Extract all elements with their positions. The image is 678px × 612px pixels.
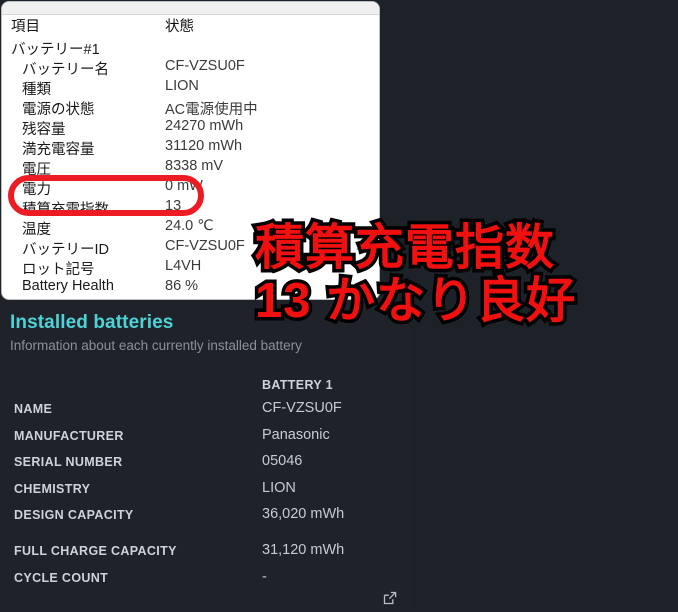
item-value: CF-VZSU0F bbox=[165, 238, 245, 254]
row-label-name: NAME bbox=[14, 402, 53, 416]
page-subtitle: Information about each currently install… bbox=[10, 338, 302, 353]
item-value: 31120 mWh bbox=[165, 138, 243, 154]
item-key: ロット記号 bbox=[22, 262, 95, 278]
item-key: 電力 bbox=[22, 182, 51, 198]
battery-details-table: BATTERY 1 NAME CF-VZSU0F MANUFACTURER Pa… bbox=[0, 378, 411, 597]
table-row-design-capacity: DESIGN CAPACITY 36,020 mWh bbox=[0, 506, 411, 535]
item-value: CF-VZSU0F bbox=[165, 58, 245, 74]
list-item-voltage: 電圧 8338 mV bbox=[2, 158, 379, 178]
battery-column-header: BATTERY 1 bbox=[262, 378, 333, 392]
list-item-power: 電力 0 mW bbox=[2, 178, 379, 198]
row-value-design-capacity: 36,020 mWh bbox=[262, 506, 345, 523]
list-column-headers: 項目 状態 bbox=[2, 15, 379, 38]
list-item-power-state: 電源の状態 AC電源使用中 bbox=[2, 98, 379, 118]
list-item-remaining-capacity: 残容量 24270 mWh bbox=[2, 118, 379, 138]
row-label-design-capacity: DESIGN CAPACITY bbox=[14, 508, 134, 523]
column-header-state: 状態 bbox=[165, 19, 194, 35]
list-item-cumulative-charge-index: 積算充電指数 13 bbox=[2, 198, 379, 218]
caption-line-2: 13 かなり良好 bbox=[251, 271, 578, 331]
table-column-header-row: BATTERY 1 bbox=[0, 378, 411, 402]
caption-line-1: 積算充電指数 bbox=[251, 218, 557, 278]
window-titlebar[interactable] bbox=[2, 2, 379, 15]
item-value: AC電源使用中 bbox=[165, 102, 258, 118]
item-value: 13 bbox=[165, 198, 182, 214]
table-row-full-charge-capacity: FULL CHARGE CAPACITY 31,120 mWh bbox=[0, 541, 411, 571]
row-value-chemistry: LION bbox=[262, 479, 296, 496]
item-key: 残容量 bbox=[22, 122, 66, 138]
row-label-manufacturer: MANUFACTURER bbox=[14, 428, 124, 443]
list-item-type: 種類 LION bbox=[2, 78, 379, 98]
item-key: 積算充電指数 bbox=[22, 202, 109, 218]
list-item-battery-name: バッテリー名 CF-VZSU0F bbox=[2, 58, 379, 78]
item-value: L4VH bbox=[165, 258, 202, 274]
item-key: 電圧 bbox=[22, 162, 51, 178]
item-key: 満充電容量 bbox=[22, 142, 95, 158]
row-label-cycle-count: CYCLE COUNT bbox=[14, 570, 109, 585]
row-value-full-charge-capacity: 31,120 mWh bbox=[262, 541, 345, 558]
item-key: バッテリーID bbox=[22, 242, 109, 258]
table-row-serial-number: SERIAL NUMBER 05046 bbox=[0, 453, 411, 482]
item-key: バッテリー#1 bbox=[11, 42, 100, 58]
table-row-chemistry: CHEMISTRY LION bbox=[0, 479, 411, 509]
item-key: バッテリー名 bbox=[22, 62, 109, 78]
table-row-manufacturer: MANUFACTURER Panasonic bbox=[0, 426, 411, 456]
table-row-cycle-count: CYCLE COUNT - bbox=[0, 568, 411, 598]
item-key: 電源の状態 bbox=[22, 102, 95, 118]
annotation-caption: 積算充電指数 13 かなり良好 bbox=[251, 218, 578, 331]
item-value: 86 % bbox=[165, 278, 199, 294]
item-key: 温度 bbox=[22, 222, 51, 238]
row-label-serial-number: SERIAL NUMBER bbox=[14, 455, 123, 470]
list-item-battery-1: バッテリー#1 bbox=[2, 38, 379, 58]
row-value-manufacturer: Panasonic bbox=[262, 426, 330, 443]
item-key: Battery Health bbox=[22, 278, 114, 294]
row-value-cycle-count: - bbox=[262, 568, 267, 585]
row-value-name: CF-VZSU0F bbox=[262, 400, 342, 416]
table-row-name: NAME CF-VZSU0F bbox=[0, 400, 411, 429]
item-key: 種類 bbox=[22, 82, 51, 98]
item-value: 0 mW bbox=[165, 178, 203, 194]
row-value-serial-number: 05046 bbox=[262, 453, 303, 470]
item-value: 24.0 ℃ bbox=[165, 218, 214, 234]
table-row-gap bbox=[0, 535, 411, 544]
item-value: 8338 mV bbox=[165, 158, 224, 174]
column-header-item: 項目 bbox=[11, 19, 40, 35]
page-title: Installed batteries bbox=[10, 312, 174, 333]
list-item-full-charge-capacity: 満充電容量 31120 mWh bbox=[2, 138, 379, 158]
row-label-chemistry: CHEMISTRY bbox=[14, 481, 91, 496]
item-value: 24270 mWh bbox=[165, 118, 244, 134]
external-link-icon[interactable] bbox=[381, 589, 399, 607]
item-value: LION bbox=[165, 78, 199, 94]
row-label-full-charge-capacity: FULL CHARGE CAPACITY bbox=[14, 543, 177, 558]
